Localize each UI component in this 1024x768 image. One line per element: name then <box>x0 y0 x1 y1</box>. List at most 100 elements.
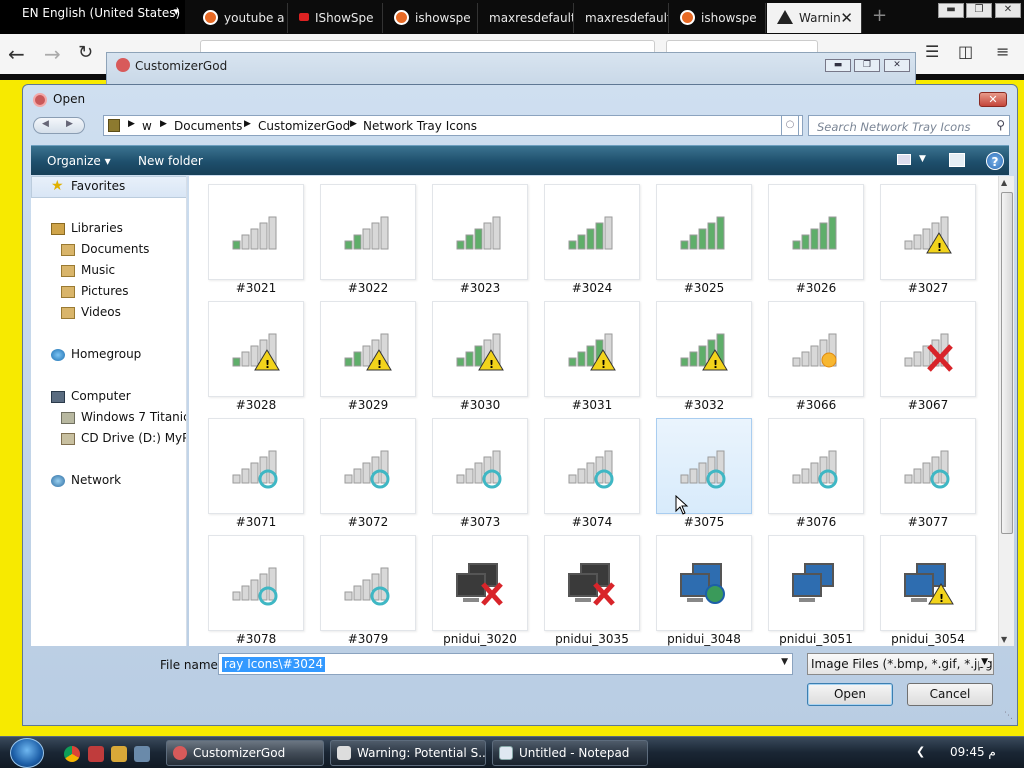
maximize-button[interactable]: ❐ <box>854 59 880 72</box>
file-name[interactable]: #3071 <box>200 515 312 529</box>
file-name[interactable]: #3023 <box>424 281 536 295</box>
file-tile[interactable]: ! <box>544 301 640 397</box>
new-folder-button[interactable]: New folder <box>138 154 203 168</box>
breadcrumb-item[interactable]: w <box>142 119 152 133</box>
file-tile[interactable] <box>768 301 864 397</box>
nav-videos[interactable]: Videos <box>81 305 121 319</box>
back-arrow-icon[interactable]: ◀ <box>42 119 49 129</box>
help-icon[interactable]: ? <box>986 152 1004 170</box>
file-tile[interactable] <box>656 184 752 280</box>
breadcrumb-item[interactable]: Documents <box>174 119 242 133</box>
folder-icon[interactable] <box>111 746 127 762</box>
back-forward-buttons[interactable]: ◀ ▶ <box>33 117 85 134</box>
file-name[interactable]: #3028 <box>200 398 312 412</box>
file-tile[interactable]: ! <box>656 301 752 397</box>
new-tab-button[interactable]: + <box>872 5 887 26</box>
clock[interactable]: 09:45 م <box>950 745 996 759</box>
taskbar-item-browser[interactable]: Warning: Potential S... <box>330 740 486 766</box>
change-view-icon[interactable] <box>897 154 911 165</box>
browser-tab[interactable]: IShowSpe <box>289 3 383 33</box>
file-tile[interactable]: ! <box>880 535 976 631</box>
forward-icon[interactable]: → <box>44 42 61 66</box>
nav-pictures[interactable]: Pictures <box>81 284 129 298</box>
scrollbar-thumb[interactable] <box>1001 192 1013 534</box>
file-tile[interactable] <box>432 418 528 514</box>
close-tab-icon[interactable]: ✕ <box>840 9 853 27</box>
file-tile[interactable] <box>880 301 976 397</box>
file-tile[interactable] <box>320 184 416 280</box>
cancel-button[interactable]: Cancel <box>907 683 993 706</box>
file-name[interactable]: #3021 <box>200 281 312 295</box>
browser-tab[interactable]: maxresdefault <box>575 3 669 33</box>
back-icon[interactable]: ← <box>8 42 25 66</box>
resize-grip-icon[interactable]: ⋱ <box>1004 711 1013 721</box>
nav-drive-d[interactable]: CD Drive (D:) MyPal <box>81 431 186 445</box>
breadcrumb-item[interactable]: CustomizerGod <box>258 119 350 133</box>
file-name[interactable]: pnidui_3048 <box>648 632 760 646</box>
taskbar-item-customizergod[interactable]: CustomizerGod <box>166 740 324 766</box>
file-tile[interactable] <box>768 418 864 514</box>
nav-documents[interactable]: Documents <box>81 242 149 256</box>
browser-tab[interactable]: youtube a <box>193 3 288 33</box>
language-bar[interactable]: EN English (United States) ▾ <box>0 0 185 34</box>
close-dialog-button[interactable]: ✕ <box>979 92 1007 107</box>
browser-tab[interactable]: ishowspe <box>670 3 766 33</box>
file-name[interactable]: #3029 <box>312 398 424 412</box>
view-dropdown-icon[interactable]: ▼ <box>919 154 926 164</box>
nav-music[interactable]: Music <box>81 263 115 277</box>
tray-expand-icon[interactable]: ❮ <box>916 745 925 758</box>
nav-computer[interactable]: Computer <box>71 389 131 403</box>
chevron-down-icon[interactable]: ▼ <box>781 657 788 667</box>
file-tile[interactable] <box>544 184 640 280</box>
vertical-scrollbar[interactable]: ▲ ▼ <box>998 176 1014 646</box>
file-name[interactable]: pnidui_3051 <box>760 632 872 646</box>
pinned-app-icon[interactable] <box>134 746 150 762</box>
file-tile[interactable]: ! <box>432 301 528 397</box>
minimize-button[interactable]: ▬ <box>938 3 964 18</box>
file-tile[interactable] <box>208 535 304 631</box>
file-tile[interactable] <box>432 184 528 280</box>
address-bar[interactable]: ▶ w ▶ Documents ▶ CustomizerGod ▶ Networ… <box>103 115 803 136</box>
file-name[interactable]: #3075 <box>648 515 760 529</box>
organize-button[interactable]: Organize ▾ <box>47 154 111 168</box>
file-tile[interactable]: ! <box>880 184 976 280</box>
file-name[interactable]: #3076 <box>760 515 872 529</box>
nav-favorites[interactable]: Favorites <box>71 179 125 193</box>
file-tile[interactable] <box>768 184 864 280</box>
forward-arrow-icon[interactable]: ▶ <box>66 119 73 129</box>
browser-tab[interactable]: maxresdefault <box>479 3 574 33</box>
taskbar-item-notepad[interactable]: Untitled - Notepad <box>492 740 648 766</box>
file-tile[interactable] <box>656 418 752 514</box>
browser-tab-active[interactable]: Warnin ✕ <box>767 3 862 33</box>
file-tile[interactable] <box>656 535 752 631</box>
file-name[interactable]: #3025 <box>648 281 760 295</box>
open-button[interactable]: Open <box>807 683 893 706</box>
file-name[interactable]: #3031 <box>536 398 648 412</box>
file-name[interactable]: #3067 <box>872 398 984 412</box>
refresh-button[interactable]: ○ <box>781 115 799 136</box>
file-name[interactable]: #3024 <box>536 281 648 295</box>
file-tile[interactable] <box>880 418 976 514</box>
file-name[interactable]: #3032 <box>648 398 760 412</box>
library-icon[interactable]: ☰ <box>925 42 939 61</box>
file-tile[interactable] <box>208 184 304 280</box>
file-tile[interactable] <box>432 535 528 631</box>
scroll-up-icon[interactable]: ▲ <box>1001 178 1007 187</box>
chevron-right-icon[interactable]: ▶ <box>128 119 135 129</box>
file-tile[interactable]: ! <box>320 301 416 397</box>
maximize-button[interactable]: ❐ <box>966 3 992 18</box>
file-tile[interactable]: ! <box>208 301 304 397</box>
file-name[interactable]: #3030 <box>424 398 536 412</box>
file-name[interactable]: #3078 <box>200 632 312 646</box>
chevron-right-icon[interactable]: ▶ <box>244 119 251 129</box>
menu-icon[interactable]: ≡ <box>996 42 1009 61</box>
file-tile[interactable] <box>320 418 416 514</box>
close-window-button[interactable]: ✕ <box>884 59 910 72</box>
file-name[interactable]: #3072 <box>312 515 424 529</box>
search-input[interactable]: Search Network Tray Icons ⚲ <box>808 115 1010 136</box>
chevron-down-icon[interactable]: ▼ <box>979 657 988 667</box>
file-name[interactable]: #3066 <box>760 398 872 412</box>
file-name[interactable]: pnidui_3035 <box>536 632 648 646</box>
minimize-button[interactable]: ▬ <box>825 59 851 72</box>
file-name[interactable]: #3074 <box>536 515 648 529</box>
